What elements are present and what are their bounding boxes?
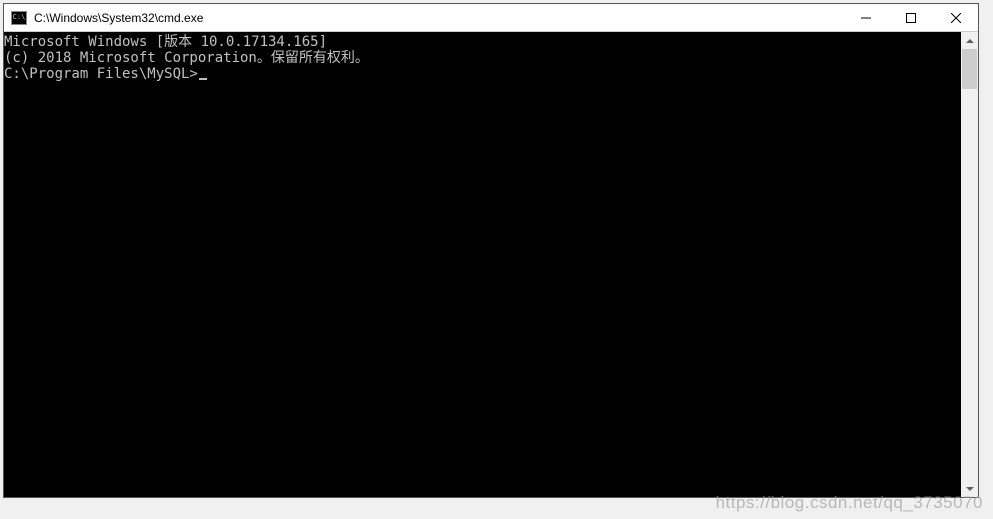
vertical-scrollbar[interactable] <box>961 32 978 497</box>
terminal-prompt: C:\Program Files\MySQL> <box>4 66 198 82</box>
close-button[interactable] <box>933 4 978 31</box>
chevron-up-icon <box>966 39 974 43</box>
window-controls <box>843 4 978 31</box>
chevron-down-icon <box>966 487 974 491</box>
cmd-icon: C:\ <box>11 11 27 25</box>
cmd-window: C:\ C:\Windows\System32\cmd.exe Microsof… <box>3 3 979 498</box>
scroll-up-button[interactable] <box>961 32 978 49</box>
content-area: Microsoft Windows [版本 10.0.17134.165](c)… <box>4 32 978 497</box>
terminal-output[interactable]: Microsoft Windows [版本 10.0.17134.165](c)… <box>4 32 961 497</box>
minimize-button[interactable] <box>843 4 888 31</box>
terminal-line: (c) 2018 Microsoft Corporation。保留所有权利。 <box>4 50 961 66</box>
maximize-button[interactable] <box>888 4 933 31</box>
maximize-icon <box>906 13 916 23</box>
terminal-cursor <box>199 78 207 80</box>
terminal-prompt-line: C:\Program Files\MySQL> <box>4 66 961 82</box>
close-icon <box>951 13 961 23</box>
scroll-thumb[interactable] <box>962 49 977 89</box>
titlebar[interactable]: C:\ C:\Windows\System32\cmd.exe <box>4 4 978 32</box>
minimize-icon <box>861 13 871 23</box>
window-title: C:\Windows\System32\cmd.exe <box>34 11 843 25</box>
terminal-line: Microsoft Windows [版本 10.0.17134.165] <box>4 34 961 50</box>
scroll-down-button[interactable] <box>961 480 978 497</box>
